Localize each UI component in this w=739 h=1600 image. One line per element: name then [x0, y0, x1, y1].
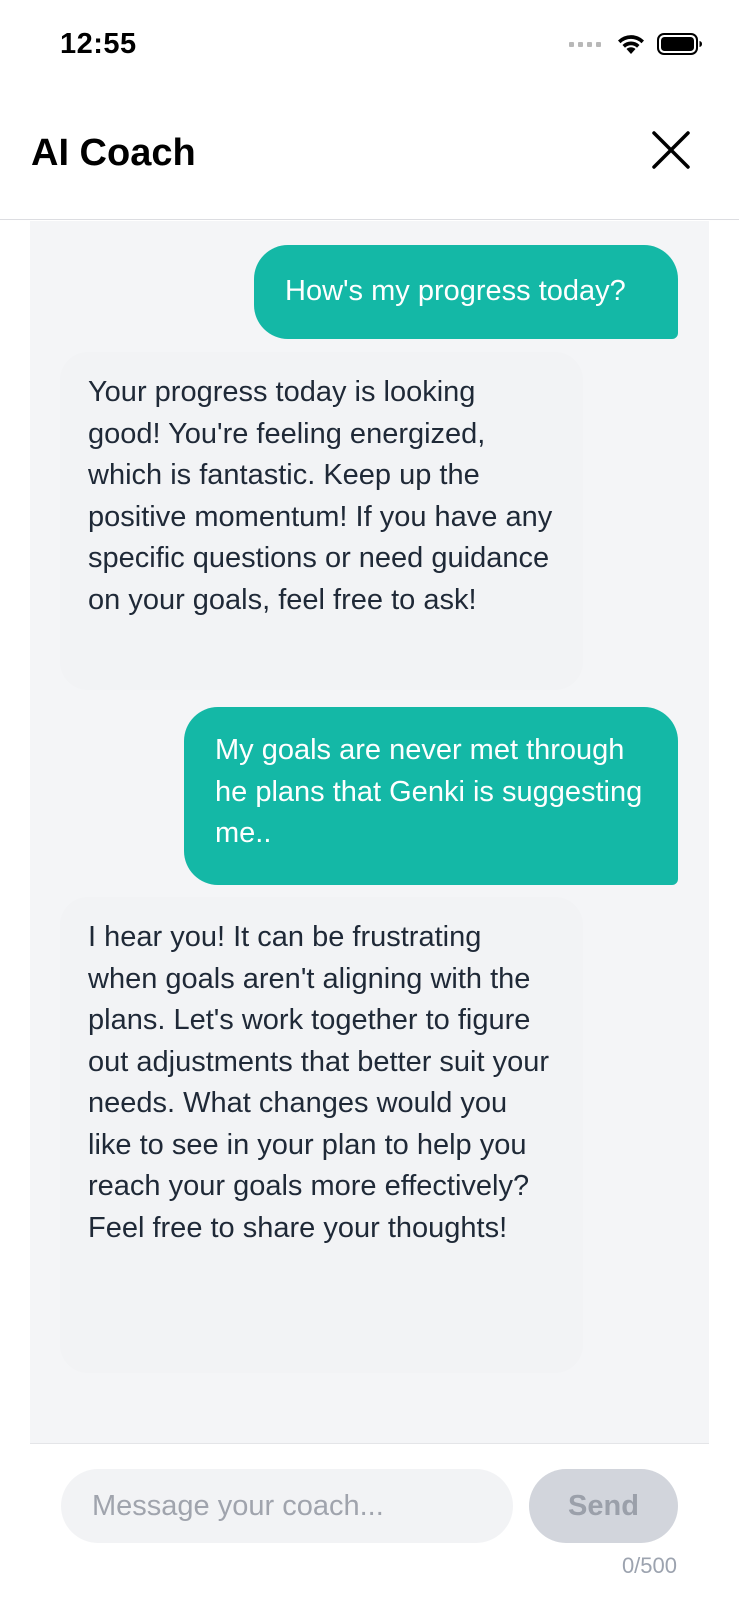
- status-bar: 12:55: [0, 0, 739, 96]
- status-icons: [569, 32, 703, 56]
- status-time: 12:55: [60, 28, 137, 60]
- coach-message-bubble: Your progress today is looking good! You…: [60, 352, 583, 690]
- close-button[interactable]: [649, 128, 693, 172]
- coach-message-text: I hear you! It can be frustrating when g…: [88, 921, 550, 1244]
- close-icon[interactable]: [649, 128, 693, 172]
- coach-message-text: Your progress today is looking good! You…: [88, 376, 553, 616]
- wifi-icon: [618, 35, 644, 54]
- user-message-bubble: How's my progress today?: [254, 245, 678, 339]
- user-message-text: My goals are never met through he plans …: [215, 734, 643, 849]
- page-title: AI Coach: [31, 132, 196, 174]
- header: AI Coach: [0, 96, 739, 220]
- character-count: 0/500: [621, 1553, 677, 1578]
- message-input[interactable]: [61, 1469, 513, 1543]
- cellular-signal-icon: [569, 41, 601, 47]
- message-composer: Send 0/500: [0, 1445, 739, 1600]
- chat-messages[interactable]: How's my progress today? Your progress t…: [30, 221, 709, 1444]
- battery-icon: [657, 33, 702, 55]
- send-button[interactable]: Send: [529, 1469, 678, 1543]
- user-message-text: How's my progress today?: [285, 275, 626, 307]
- user-message-bubble: My goals are never met through he plans …: [184, 707, 678, 885]
- coach-message-bubble: I hear you! It can be frustrating when g…: [60, 897, 583, 1373]
